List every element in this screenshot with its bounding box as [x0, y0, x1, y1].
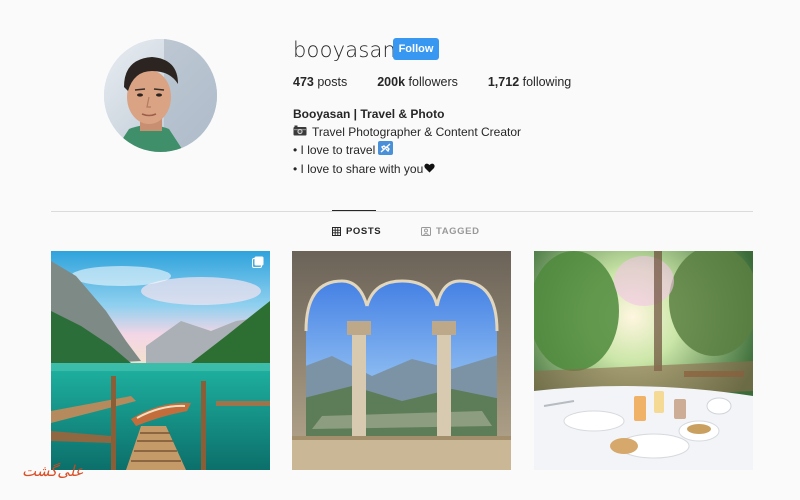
grid-icon [332, 227, 341, 236]
follow-button[interactable]: Follow [393, 38, 439, 60]
bio-line-1-text: Travel Photographer & Content Creator [312, 124, 521, 139]
watermark-logo: علی‌گشت [22, 462, 84, 480]
bio-line-3-text: • I love to share with you [293, 161, 424, 176]
heart-icon [424, 161, 435, 179]
post-thumbnail[interactable] [51, 251, 270, 470]
carousel-icon [252, 256, 264, 268]
following-label: following [522, 75, 572, 89]
tab-tagged-label: TAGGED [436, 226, 480, 237]
camera-icon [293, 124, 307, 142]
tab-posts-label: POSTS [346, 226, 382, 237]
posts-stat[interactable]: 473 posts [293, 75, 347, 89]
bio-line-3: • I love to share with you [293, 161, 521, 179]
profile-bio: Booyasan | Travel & Photo Travel Photogr… [293, 106, 521, 178]
tab-posts[interactable]: POSTS [332, 226, 381, 237]
bio-line-2: • I love to travel [293, 141, 521, 161]
posts-label: posts [317, 75, 348, 89]
tab-tagged[interactable]: TAGGED [421, 226, 480, 237]
profile-avatar[interactable] [104, 39, 217, 152]
following-count: 1,712 [487, 75, 520, 89]
following-stat[interactable]: 1,712 following [488, 75, 571, 89]
followers-label: followers [408, 75, 458, 89]
followers-stat[interactable]: 200k followers [377, 75, 458, 89]
profile-divider [51, 211, 753, 212]
profile-stats: 473 posts 200k followers 1,712 following [293, 75, 601, 89]
bio-line-1: Travel Photographer & Content Creator [293, 124, 521, 142]
post-thumbnail[interactable] [534, 251, 753, 470]
post-thumbnail[interactable] [292, 251, 511, 470]
posts-count: 473 [293, 75, 314, 89]
bio-line-2-text: • I love to travel [293, 143, 376, 157]
followers-count: 200k [377, 75, 406, 89]
profile-username: booyasan [293, 38, 397, 62]
tab-active-indicator [332, 210, 376, 211]
airplane-icon [378, 141, 394, 161]
tag-icon [421, 227, 431, 236]
bio-full-name: Booyasan | Travel & Photo [293, 107, 445, 121]
